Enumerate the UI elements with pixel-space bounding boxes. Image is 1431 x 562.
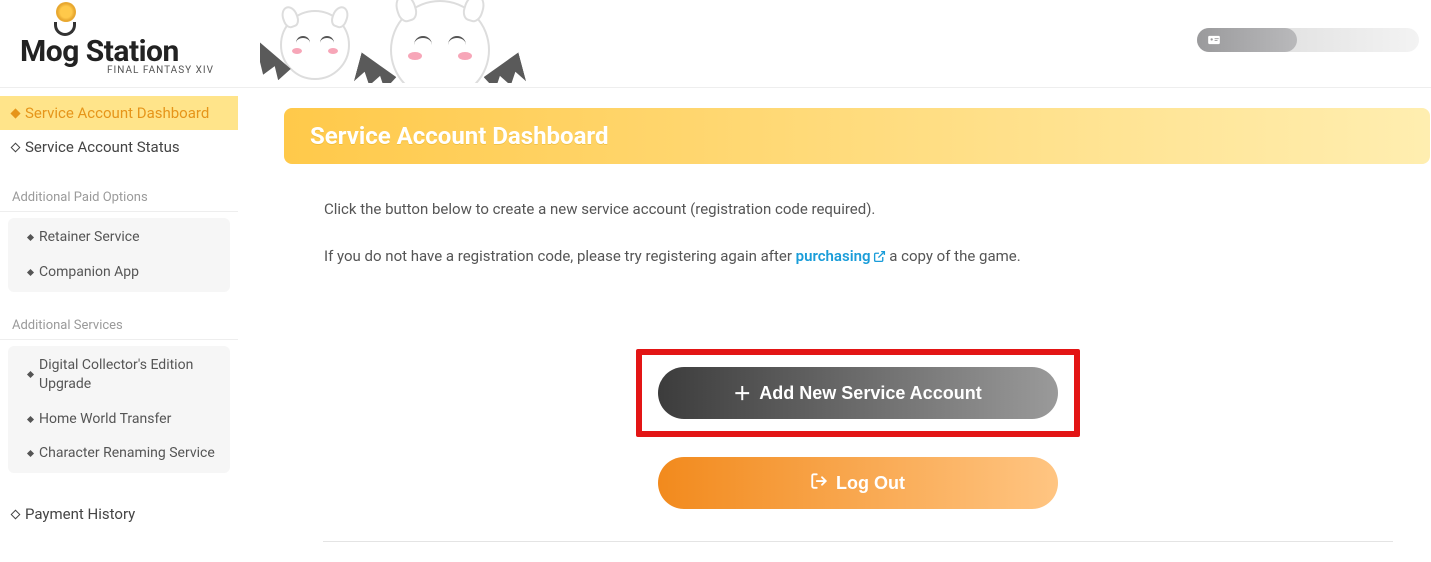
id-card-icon bbox=[1207, 33, 1221, 47]
highlight-box: ＋ Add New Service Account bbox=[636, 349, 1080, 437]
bullet-icon bbox=[27, 415, 34, 422]
external-link-icon bbox=[873, 247, 886, 270]
diamond-icon bbox=[11, 509, 21, 519]
diamond-icon bbox=[11, 108, 21, 118]
logo-title: Mog Station bbox=[20, 34, 220, 69]
nav-label: Retainer Service bbox=[39, 228, 140, 247]
page-title: Service Account Dashboard bbox=[284, 108, 1430, 164]
sidebar: Service Account Dashboard Service Accoun… bbox=[0, 88, 238, 531]
logout-button[interactable]: Log Out bbox=[658, 457, 1058, 509]
nav-retainer-service[interactable]: Retainer Service bbox=[8, 220, 230, 255]
nav-home-world-transfer[interactable]: Home World Transfer bbox=[8, 402, 230, 437]
plus-icon: ＋ bbox=[733, 380, 751, 406]
logo[interactable]: Mog Station FINAL FANTASY XIV bbox=[20, 2, 220, 76]
nav-label: Service Account Status bbox=[25, 138, 180, 156]
divider bbox=[323, 541, 1393, 542]
purchasing-link[interactable]: purchasing bbox=[796, 247, 886, 265]
account-pill[interactable] bbox=[1197, 28, 1419, 52]
header: Mog Station FINAL FANTASY XIV bbox=[0, 0, 1431, 88]
nav-label: Character Renaming Service bbox=[39, 444, 215, 463]
nav-service-account-dashboard[interactable]: Service Account Dashboard bbox=[0, 96, 238, 130]
section-title-additional-services: Additional Services bbox=[0, 306, 238, 340]
button-label: Add New Service Account bbox=[759, 383, 981, 404]
section-paid-options: Retainer Service Companion App bbox=[8, 218, 230, 292]
nav-service-account-status[interactable]: Service Account Status bbox=[0, 130, 238, 164]
logo-pompom-icon bbox=[56, 2, 76, 22]
nav-label: Companion App bbox=[39, 263, 139, 282]
nav-character-renaming[interactable]: Character Renaming Service bbox=[8, 436, 230, 471]
nav-label: Home World Transfer bbox=[39, 410, 171, 429]
section-title-paid-options: Additional Paid Options bbox=[0, 178, 238, 212]
bullet-icon bbox=[27, 269, 34, 276]
bullet-icon bbox=[27, 450, 34, 457]
nav-label: Service Account Dashboard bbox=[25, 104, 209, 122]
nav-payment-history[interactable]: Payment History bbox=[0, 497, 238, 531]
bullet-icon bbox=[27, 371, 34, 378]
nav-label: Payment History bbox=[25, 505, 135, 523]
intro-text-1: Click the button below to create a new s… bbox=[324, 198, 1354, 221]
diamond-icon bbox=[11, 142, 21, 152]
section-additional-services: Digital Collector's Edition Upgrade Home… bbox=[8, 346, 230, 474]
main-content: Service Account Dashboard Click the butt… bbox=[238, 88, 1431, 562]
nav-label: Digital Collector's Edition Upgrade bbox=[39, 356, 216, 394]
button-label: Log Out bbox=[836, 473, 905, 494]
nav-digital-collectors-upgrade[interactable]: Digital Collector's Edition Upgrade bbox=[8, 348, 230, 402]
account-badge bbox=[1197, 28, 1297, 52]
bullet-icon bbox=[27, 234, 34, 241]
intro-text-2: If you do not have a registration code, … bbox=[324, 245, 1354, 270]
add-service-account-button[interactable]: ＋ Add New Service Account bbox=[658, 367, 1058, 419]
logout-icon bbox=[810, 472, 828, 495]
moogle-artwork bbox=[260, 0, 560, 83]
nav-companion-app[interactable]: Companion App bbox=[8, 255, 230, 290]
